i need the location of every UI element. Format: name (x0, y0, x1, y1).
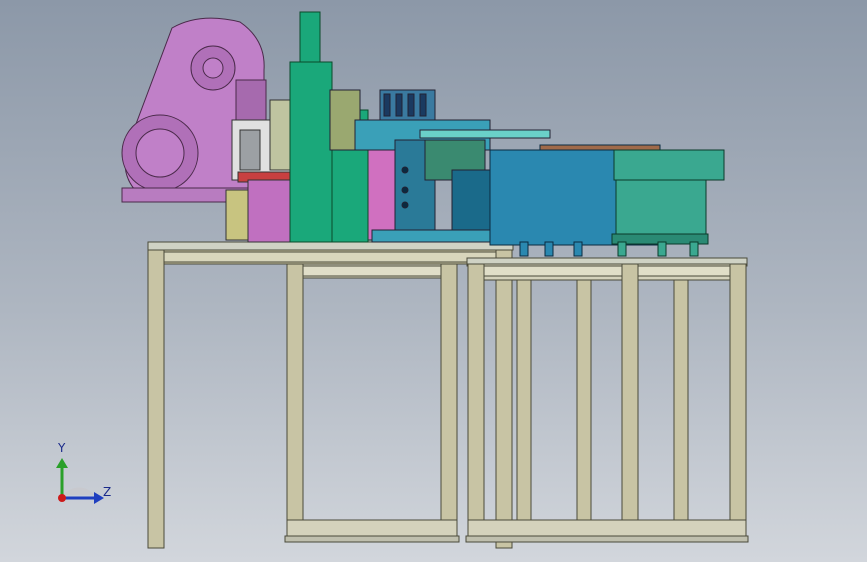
table-frame-lower (284, 263, 460, 543)
machine-assembly-model[interactable] (0, 0, 867, 562)
y-axis-label: Y (58, 441, 66, 455)
press-tooling (225, 99, 299, 243)
cad-viewport[interactable]: Y Z (0, 0, 867, 562)
coordinate-triad (56, 458, 104, 504)
origin-icon (58, 494, 66, 502)
table-frame-left (147, 241, 514, 549)
bowl-feeder-teal (611, 149, 725, 257)
z-axis-label: Z (103, 485, 112, 499)
